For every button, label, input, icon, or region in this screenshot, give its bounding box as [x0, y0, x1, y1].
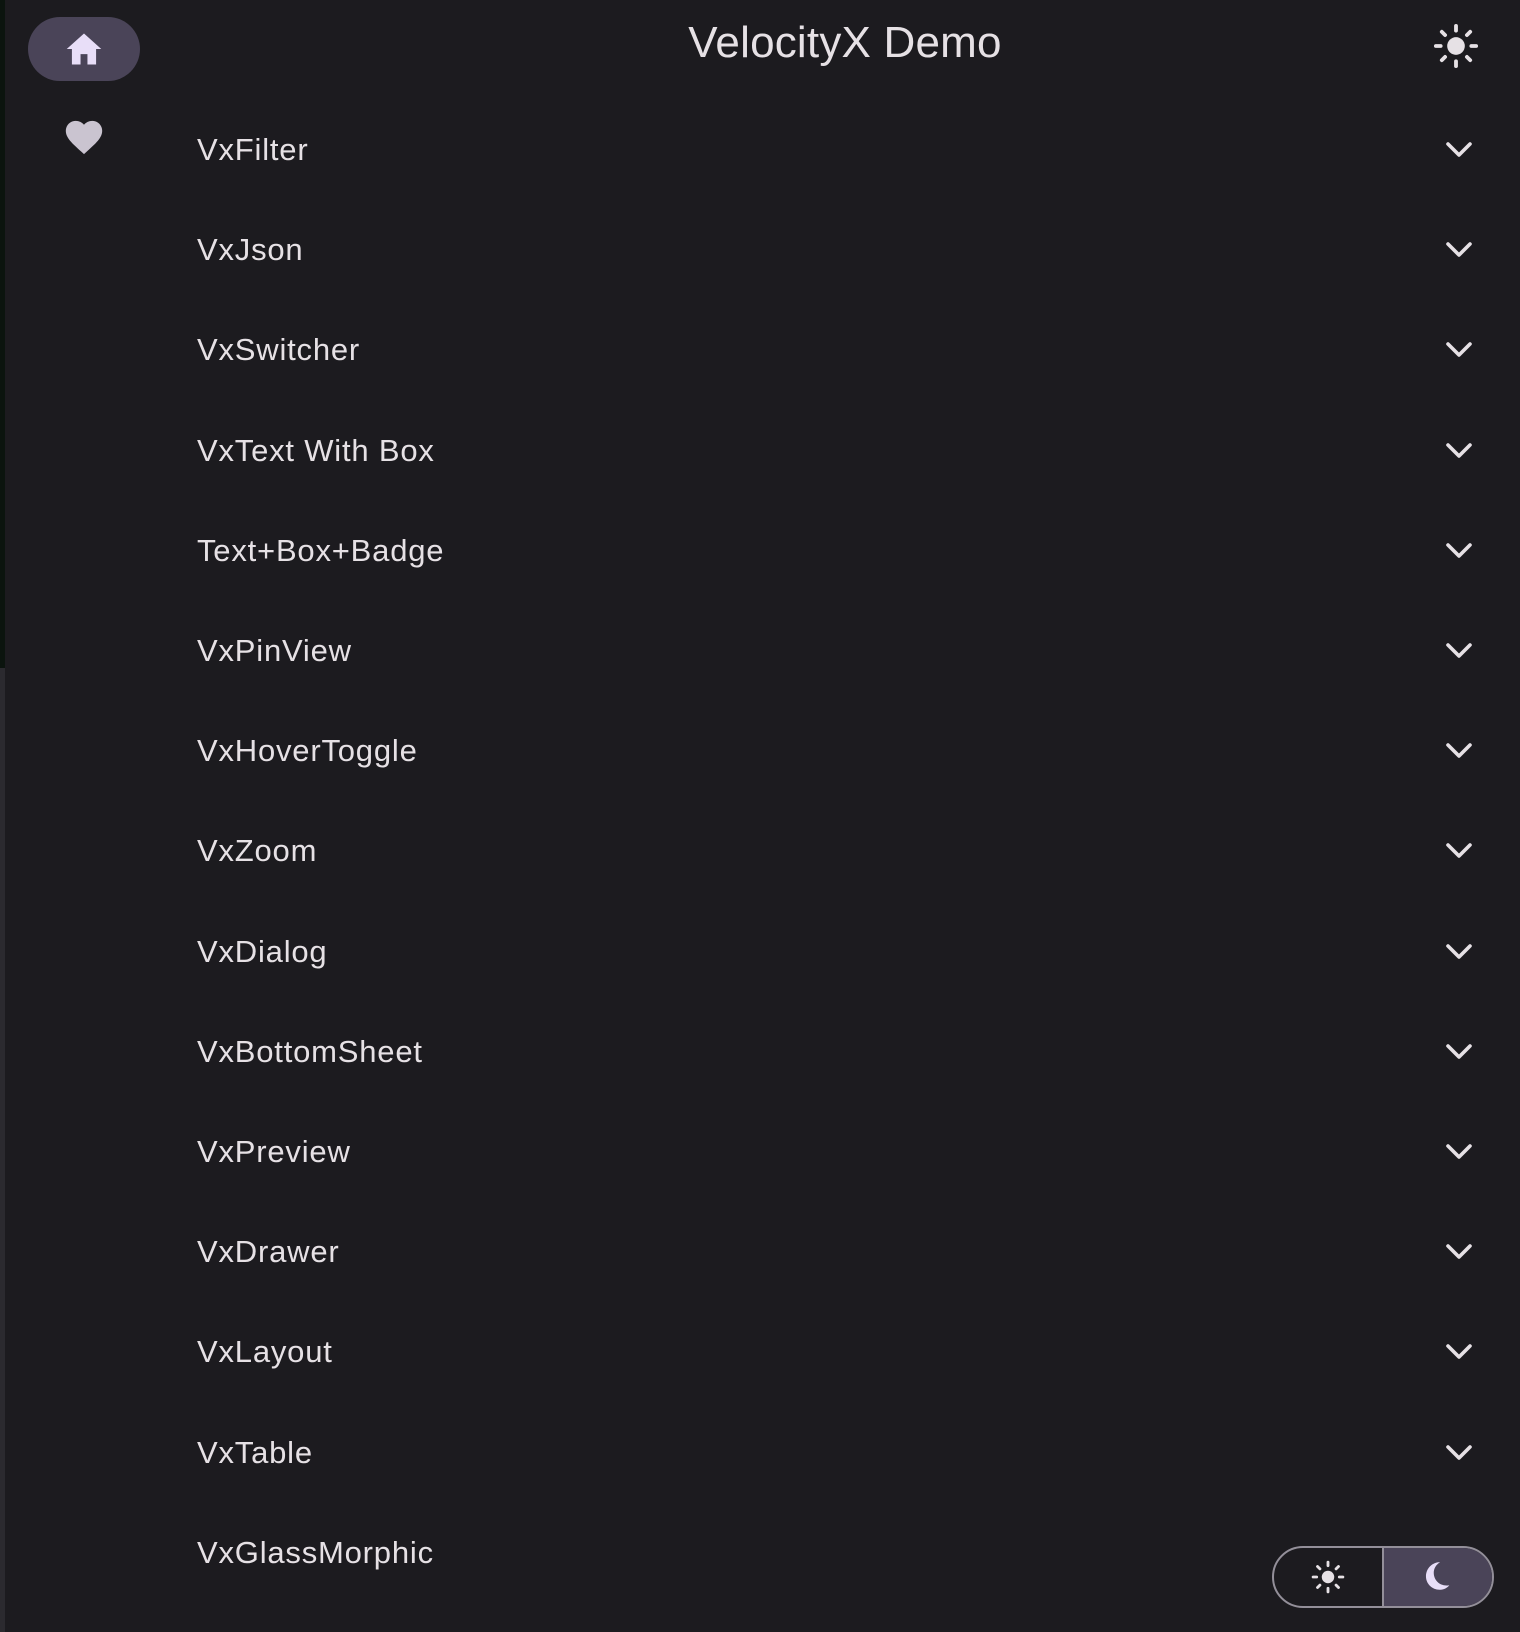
list-item-label: VxText With Box — [197, 432, 435, 468]
list-item[interactable]: VxHoverToggle — [160, 701, 1500, 801]
heart-icon — [65, 120, 103, 155]
window-edge — [0, 0, 5, 668]
app-title-bar: VelocityX Demo — [0, 18, 1520, 68]
chevron-down-icon[interactable] — [1442, 1035, 1476, 1069]
list-item[interactable]: VxFilter — [160, 100, 1500, 200]
chevron-down-icon[interactable] — [1442, 1436, 1476, 1470]
list-item[interactable]: VxPinView — [160, 601, 1500, 701]
list-item[interactable]: VxJson — [160, 200, 1500, 300]
moon-icon — [1425, 1562, 1450, 1590]
chevron-down-icon[interactable] — [1442, 333, 1476, 367]
chevron-down-icon[interactable] — [1442, 834, 1476, 868]
chevron-down-icon[interactable] — [1442, 1335, 1476, 1369]
list-item-label: VxZoom — [197, 833, 318, 869]
light-mode-option[interactable] — [1274, 1548, 1382, 1606]
list-item[interactable]: VxText With Box — [160, 401, 1500, 501]
dark-mode-option[interactable] — [1384, 1548, 1492, 1606]
list-item[interactable]: VxDialog — [160, 902, 1500, 1002]
list-item[interactable]: VxDrawer — [160, 1202, 1500, 1302]
page-title: VelocityX Demo — [688, 18, 1002, 67]
list-item-label: VxSwitcher — [197, 332, 361, 368]
list-item-label: VxJson — [197, 232, 304, 268]
list-item[interactable]: Text+Box+Badge — [160, 501, 1500, 601]
list-item[interactable]: VxBottomSheet — [160, 1002, 1500, 1102]
app-window: VelocityX Demo VxFilter VxJson VxSwitche… — [0, 0, 1520, 1632]
chevron-down-icon[interactable] — [1442, 1235, 1476, 1269]
list-item-label: VxBottomSheet — [197, 1033, 423, 1069]
nav-favorites-button[interactable] — [50, 108, 118, 164]
sun-icon — [1311, 1560, 1345, 1594]
list-item[interactable]: VxPreview — [160, 1102, 1500, 1202]
list-item-label: VxPreview — [197, 1133, 351, 1169]
list-item-label: VxDrawer — [197, 1234, 340, 1270]
list-item[interactable]: VxZoom — [160, 801, 1500, 901]
chevron-down-icon[interactable] — [1442, 434, 1476, 468]
chevron-down-icon[interactable] — [1442, 133, 1476, 167]
list-item-label: VxDialog — [197, 933, 328, 969]
list-item-label: VxHoverToggle — [197, 733, 418, 769]
list-item-label: VxFilter — [197, 132, 309, 168]
list-item[interactable]: VxSwitcher — [160, 300, 1500, 400]
list-item-label: VxPinView — [197, 633, 352, 669]
list-item[interactable]: VxTable — [160, 1402, 1500, 1502]
chevron-down-icon[interactable] — [1442, 734, 1476, 768]
list-item-label: VxGlassMorphic — [197, 1534, 434, 1570]
list-item-label: VxTable — [197, 1434, 313, 1470]
list-item-label: VxLayout — [197, 1334, 333, 1370]
list-item[interactable]: VxLayout — [160, 1302, 1500, 1402]
sun-icon — [1433, 23, 1479, 69]
chevron-down-icon[interactable] — [1442, 935, 1476, 969]
list-item-label: Text+Box+Badge — [197, 532, 445, 568]
window-edge-lower — [0, 668, 5, 1632]
theme-switch-button[interactable] — [1428, 18, 1484, 74]
chevron-down-icon[interactable] — [1442, 534, 1476, 568]
chevron-down-icon[interactable] — [1442, 1135, 1476, 1169]
chevron-down-icon[interactable] — [1442, 233, 1476, 267]
chevron-down-icon[interactable] — [1442, 634, 1476, 668]
component-list: VxFilter VxJson VxSwitcher VxText With B… — [160, 100, 1500, 1603]
theme-mode-toggle — [1272, 1546, 1494, 1608]
